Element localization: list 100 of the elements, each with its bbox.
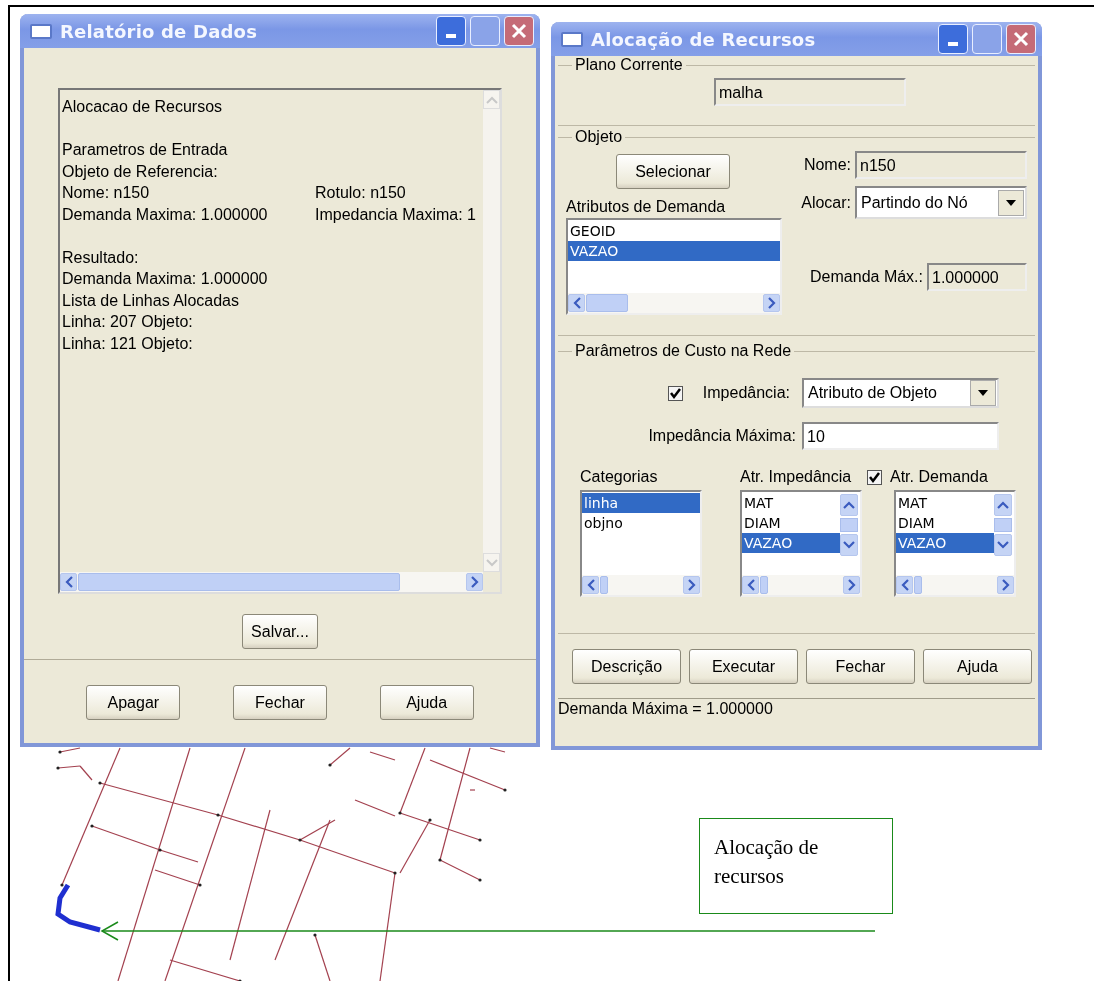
scroll-up-button[interactable] bbox=[994, 494, 1012, 516]
scroll-down-button[interactable] bbox=[994, 534, 1012, 556]
chevron-down-icon bbox=[997, 541, 1009, 549]
horizontal-scrollbar[interactable] bbox=[568, 293, 780, 313]
text-field[interactable]: 1.000000 bbox=[927, 263, 1027, 291]
report-text-line: Alocacao de Recursos bbox=[62, 97, 224, 117]
scroll-right-button[interactable] bbox=[843, 576, 860, 594]
list-box[interactable]: MAT DIAM VAZAO bbox=[740, 490, 862, 597]
scroll-up-button[interactable] bbox=[840, 494, 858, 516]
list-box[interactable]: linha objno bbox=[580, 490, 702, 597]
report-text-line: Impedancia Maxima: 1 bbox=[315, 204, 476, 225]
chevron-left-icon bbox=[586, 579, 595, 591]
field-label: Atributos de Demanda bbox=[566, 198, 727, 216]
window-icon bbox=[561, 31, 583, 47]
close-button[interactable] bbox=[504, 16, 534, 46]
list-item[interactable]: objno bbox=[582, 513, 700, 533]
horizontal-scrollbar[interactable] bbox=[60, 572, 483, 592]
list-label: Categorias bbox=[580, 468, 658, 486]
scroll-left-button[interactable] bbox=[60, 573, 77, 591]
text-field[interactable]: 10 bbox=[802, 422, 999, 450]
scroll-down-button[interactable] bbox=[840, 534, 858, 556]
list-box[interactable]: MAT DIAM VAZAO bbox=[894, 490, 1016, 597]
dropdown[interactable]: Partindo do Nó bbox=[855, 186, 1027, 219]
list-item[interactable]: MAT bbox=[742, 493, 840, 513]
list-item[interactable]: DIAM bbox=[742, 513, 840, 533]
dialog-button[interactable]: Fechar bbox=[806, 649, 915, 684]
window-icon bbox=[30, 23, 52, 39]
chevron-left-icon bbox=[746, 579, 755, 591]
status-text: Demanda Máxima = 1.000000 bbox=[558, 700, 773, 717]
scroll-right-button[interactable] bbox=[997, 576, 1014, 594]
dialog-button[interactable]: Fechar bbox=[233, 685, 327, 720]
chevron-right-icon bbox=[470, 576, 479, 588]
window-title: Relatório de Dados bbox=[60, 20, 259, 42]
checkbox-label: Impedância: bbox=[702, 384, 790, 402]
scroll-left-button[interactable] bbox=[582, 576, 599, 594]
report-text-area[interactable] bbox=[58, 88, 502, 594]
scroll-right-button[interactable] bbox=[763, 294, 780, 312]
list-item[interactable]: DIAM bbox=[896, 513, 994, 533]
report-text-line: Demanda Maxima: 1.000000 bbox=[62, 269, 269, 289]
list-item[interactable]: VAZAO bbox=[742, 533, 840, 553]
chevron-up-icon bbox=[843, 501, 855, 509]
chevron-down-icon bbox=[843, 541, 855, 549]
scroll-thumb[interactable] bbox=[994, 518, 1012, 532]
scroll-left-button[interactable] bbox=[742, 576, 759, 594]
dialog-button[interactable]: Ajuda bbox=[379, 685, 474, 720]
minimize-button[interactable] bbox=[436, 16, 466, 46]
text-field[interactable]: n150 bbox=[855, 151, 1027, 179]
save-button[interactable]: Salvar... bbox=[242, 614, 318, 649]
scroll-thumb[interactable] bbox=[586, 294, 628, 312]
checkbox-label: Atr. Demanda bbox=[890, 468, 988, 486]
field-label: Alocar: bbox=[801, 193, 851, 212]
maximize-button[interactable] bbox=[972, 24, 1002, 54]
scroll-thumb[interactable] bbox=[760, 576, 768, 594]
field-label: Impedância Máxima: bbox=[648, 427, 796, 445]
minimize-button[interactable] bbox=[938, 24, 968, 54]
scroll-thumb[interactable] bbox=[78, 573, 400, 591]
dropdown-caret-icon bbox=[970, 380, 996, 406]
list-item[interactable]: GEOID bbox=[568, 221, 780, 241]
scroll-right-button[interactable] bbox=[683, 576, 700, 594]
dropdown[interactable]: Atributo de Objeto bbox=[802, 378, 999, 408]
close-icon bbox=[510, 22, 528, 40]
group-label: Plano Corrente bbox=[574, 56, 684, 74]
scroll-right-button[interactable] bbox=[466, 573, 483, 591]
list-item[interactable]: MAT bbox=[896, 493, 994, 513]
callout-text: Alocação de recursos bbox=[699, 818, 893, 914]
chevron-left-icon bbox=[900, 579, 909, 591]
scroll-thumb[interactable] bbox=[840, 518, 858, 532]
report-text-line: Lista de Linhas Alocadas bbox=[62, 290, 240, 311]
dialog-button[interactable]: Apagar bbox=[86, 685, 181, 720]
scroll-thumb[interactable] bbox=[914, 576, 922, 594]
checkbox[interactable] bbox=[667, 385, 683, 401]
dialog-button[interactable]: Executar bbox=[689, 649, 798, 684]
report-text-line: Demanda Maxima: 1.000000 bbox=[62, 204, 269, 225]
scroll-left-button[interactable] bbox=[896, 576, 913, 594]
dialog-button[interactable]: Descrição bbox=[572, 649, 681, 684]
chevron-right-icon bbox=[687, 579, 696, 591]
scroll-thumb[interactable] bbox=[600, 576, 608, 594]
report-text-line: Objeto de Referencia: bbox=[62, 161, 219, 182]
scroll-left-button[interactable] bbox=[568, 294, 585, 312]
report-text-line: Parametros de Entrada bbox=[62, 140, 229, 160]
chevron-right-icon bbox=[1001, 579, 1010, 591]
chevron-up-icon bbox=[485, 95, 498, 104]
list-box[interactable]: GEOID VAZAO bbox=[566, 218, 782, 315]
text-field[interactable]: malha bbox=[714, 78, 906, 106]
list-item[interactable]: linha bbox=[582, 493, 700, 513]
close-button[interactable] bbox=[1006, 24, 1036, 54]
report-text-line: Nome: n150 bbox=[62, 183, 151, 203]
list-item[interactable]: VAZAO bbox=[896, 533, 994, 553]
close-icon bbox=[1012, 30, 1030, 48]
report-text-line: Linha: 121 Objeto: bbox=[62, 333, 194, 354]
dialog-button[interactable]: Ajuda bbox=[923, 649, 1032, 684]
chevron-left-icon bbox=[572, 297, 581, 309]
dropdown-caret-icon bbox=[998, 189, 1024, 216]
checkbox[interactable] bbox=[867, 469, 882, 485]
report-text-line: Linha: 207 Objeto: bbox=[62, 312, 194, 332]
chevron-right-icon bbox=[767, 297, 776, 309]
list-item[interactable]: VAZAO bbox=[568, 241, 780, 261]
chevron-up-icon bbox=[997, 501, 1009, 509]
maximize-button[interactable] bbox=[470, 16, 500, 46]
select-button[interactable]: Selecionar bbox=[616, 154, 730, 189]
